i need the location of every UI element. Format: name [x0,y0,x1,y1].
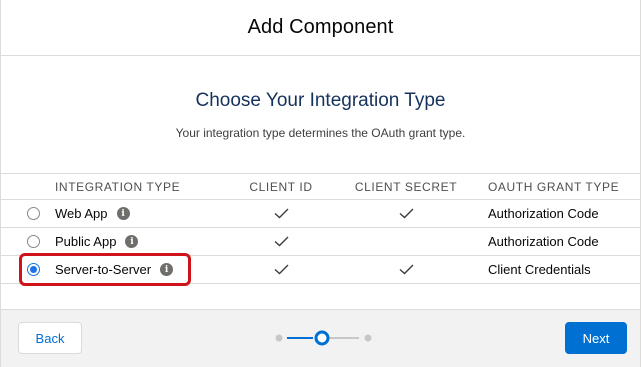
client-secret-cell [351,200,461,227]
table-row-web-app[interactable]: Web App i Authorization Code [1,200,640,228]
radio-web-app[interactable] [27,200,40,227]
integration-type-cell: Public App i [55,228,139,255]
client-id-cell [241,200,321,227]
info-icon[interactable]: i [116,207,130,220]
info-icon[interactable]: i [125,235,139,248]
client-secret-cell [351,256,461,283]
section-subheading: Your integration type determines the OAu… [175,126,466,140]
check-icon [274,264,288,275]
check-icon [274,208,288,219]
next-button[interactable]: Next [565,322,627,354]
check-icon [399,264,413,275]
progress-step-3[interactable] [364,334,372,342]
column-header-integration-type: INTEGRATION TYPE [55,179,181,194]
progress-step-1[interactable] [275,334,283,342]
modal-title: Add Component [247,16,394,38]
client-id-cell [241,228,321,255]
grant-type-cell: Authorization Code [488,234,599,249]
modal-header: Add Component [1,0,640,56]
selection-highlight-box [19,253,191,286]
section-heading: Choose Your Integration Type [195,90,446,111]
integration-type-label: Web App [55,206,108,221]
column-header-client-id: CLIENT ID [249,179,313,194]
column-header-oauth-grant-type: OAUTH GRANT TYPE [488,179,620,194]
progress-step-2-current[interactable] [314,330,330,346]
add-component-modal: Add Component Choose Your Integration Ty… [0,0,641,367]
check-icon [399,208,413,219]
integration-type-cell: Web App i [55,200,130,227]
check-icon [274,236,288,247]
radio-web-app-control[interactable] [27,207,40,220]
integration-type-label: Public App [55,234,117,249]
table-row-public-app[interactable]: Public App i Authorization Code [1,228,640,256]
client-id-cell [241,256,321,283]
radio-public-app-control[interactable] [27,235,40,248]
column-header-client-secret: CLIENT SECRET [354,179,458,194]
table-header-row: INTEGRATION TYPE CLIENT ID CLIENT SECRET… [1,174,640,200]
modal-footer: Back Next [1,309,640,367]
grant-type-cell: Client Credentials [488,262,591,277]
back-button[interactable]: Back [18,322,82,354]
grant-type-cell: Authorization Code [488,206,599,221]
client-secret-cell [351,228,461,255]
radio-public-app[interactable] [27,228,40,255]
progress-indicator [275,330,372,346]
